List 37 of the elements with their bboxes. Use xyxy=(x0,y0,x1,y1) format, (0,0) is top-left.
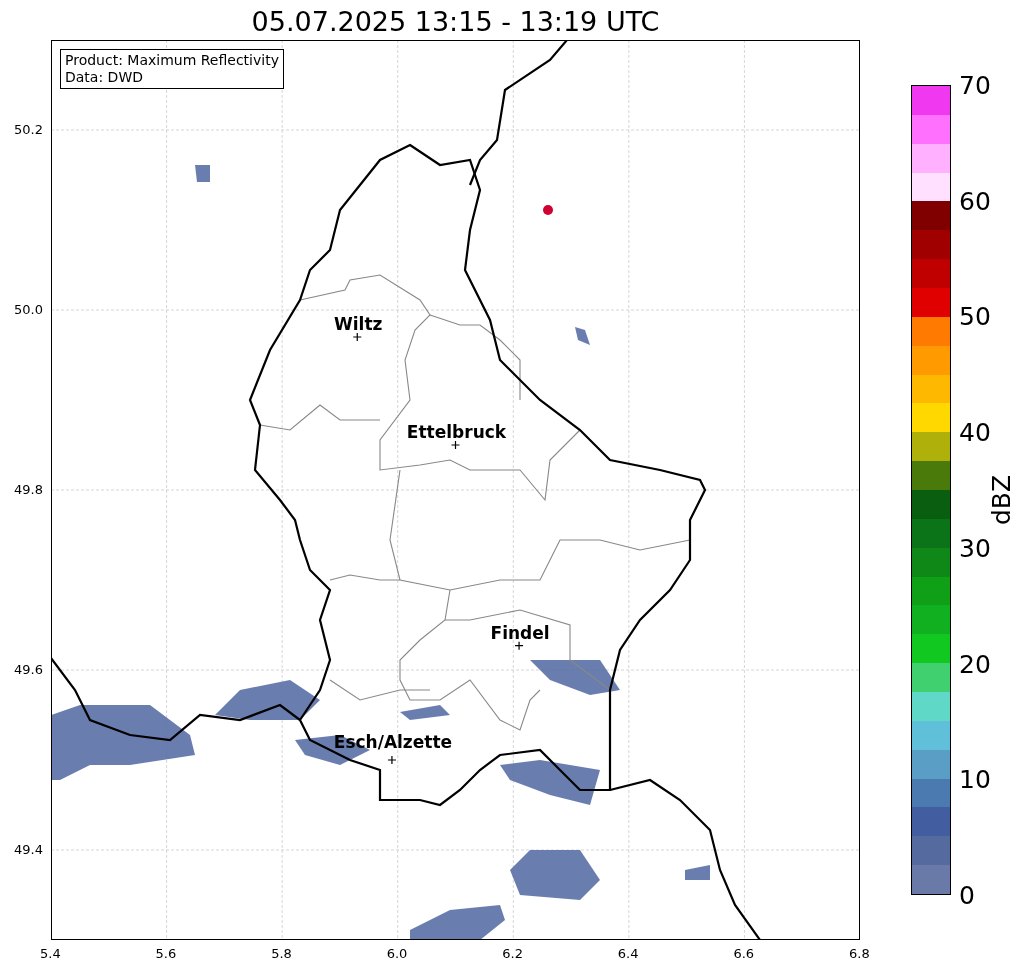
x-tick-label: 6.6 xyxy=(733,946,755,961)
city-label: Wiltz xyxy=(334,314,383,334)
y-tick-label: 49.4 xyxy=(14,842,43,857)
radar-echo xyxy=(685,865,710,880)
chart-title: 05.07.2025 13:15 - 13:19 UTC xyxy=(250,5,661,39)
colorbar-tick-label: 10 xyxy=(959,764,991,794)
x-tick-label: 6.8 xyxy=(849,946,870,961)
city-marker-icon xyxy=(514,641,524,651)
x-tick-label: 6.4 xyxy=(617,946,639,961)
colorbar-tick-label: 40 xyxy=(959,417,991,447)
colorbar-label: dBZ xyxy=(986,474,1016,526)
x-tick-label: 5.4 xyxy=(40,946,61,961)
colorbar-tick-label: 60 xyxy=(959,186,991,216)
colorbar-tick-label: 30 xyxy=(959,533,991,563)
city-label: Ettelbruck xyxy=(406,422,507,442)
colorbar-tick-label: 50 xyxy=(959,301,991,331)
colorbar-tick-label: 20 xyxy=(959,649,991,679)
city-label: Findel xyxy=(490,622,550,643)
info-text: Data: DWD xyxy=(65,69,144,86)
x-tick-label: 5.8 xyxy=(271,946,292,961)
radar-echo xyxy=(575,327,590,345)
radar-echo xyxy=(400,705,450,720)
x-tick-label: 6.2 xyxy=(502,946,523,961)
y-tick-label: 49.8 xyxy=(14,482,43,497)
city-marker-icon xyxy=(450,440,461,450)
colorbar-tick-label: 70 xyxy=(959,70,991,100)
radar-echo-spot xyxy=(543,205,553,215)
y-tick-label: 50.2 xyxy=(14,122,43,137)
x-tick-label: 5.6 xyxy=(155,946,177,961)
y-tick-label: 49.6 xyxy=(14,662,43,677)
city-marker-icon xyxy=(387,755,397,765)
city-marker-icon xyxy=(352,332,362,342)
y-tick-label: 50.0 xyxy=(14,302,43,317)
colorbar-tick-label: 0 xyxy=(959,880,975,910)
radar-echo xyxy=(195,165,210,182)
info-text: Product: Maximum Reflectivity xyxy=(65,52,279,69)
x-tick-label: 6.0 xyxy=(386,946,408,961)
